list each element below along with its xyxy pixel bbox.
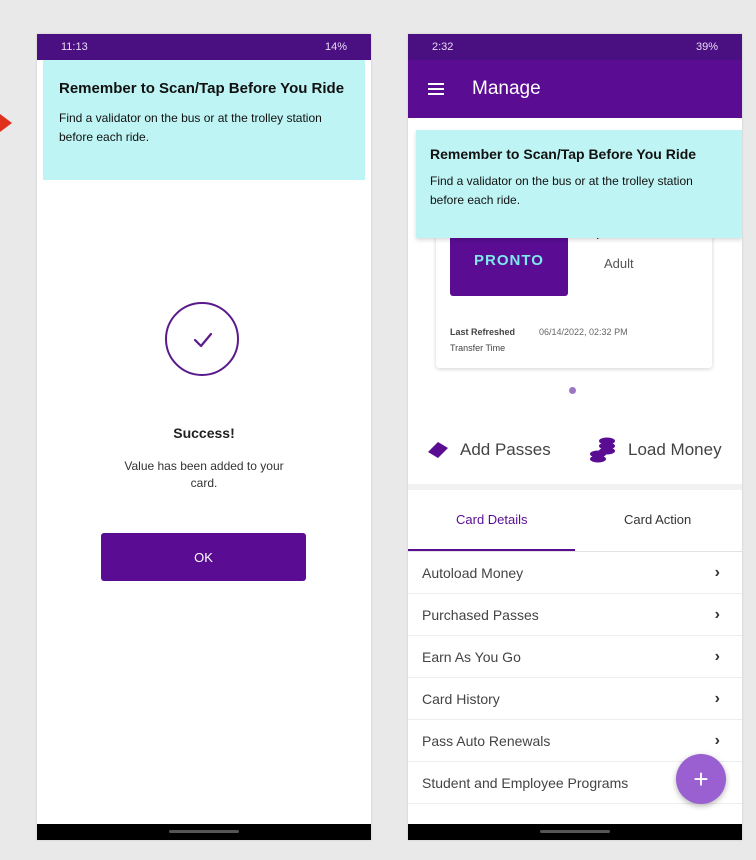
tab-card-action[interactable]: Card Action: [624, 512, 691, 527]
banner-text: Find a validator on the bus or at the tr…: [59, 111, 322, 144]
list-item-label: Student and Employee Programs: [422, 774, 629, 791]
carousel-indicator[interactable]: [569, 387, 576, 394]
list-item-label: Earn As You Go: [422, 648, 521, 665]
menu-icon[interactable]: [428, 83, 444, 95]
transfer-time-label: Transfer Time: [450, 343, 506, 353]
card-type: Adult: [604, 256, 634, 271]
status-bar: 11:13 14%: [37, 34, 371, 60]
list-item-purchased-passes[interactable]: Purchased Passes ›: [408, 594, 742, 636]
pointer-arrow-icon: [0, 114, 12, 132]
banner-title: Remember to Scan/Tap Before You Ride: [59, 80, 345, 97]
page-title: Manage: [472, 78, 541, 99]
list-item-label: Card History: [422, 690, 500, 707]
status-bar: 2:32 39%: [408, 34, 742, 60]
scan-reminder-banner: Remember to Scan/Tap Before You Ride Fin…: [416, 130, 742, 238]
add-passes-label: Add Passes: [460, 440, 551, 459]
app-header: Manage: [408, 60, 742, 118]
battery-level: 14%: [324, 41, 347, 53]
tab-card-details[interactable]: Card Details: [456, 512, 528, 527]
list-item-label: Pass Auto Renewals: [422, 732, 551, 749]
chevron-right-icon: ›: [714, 731, 720, 749]
banner-text: Find a validator on the bus or at the tr…: [430, 174, 693, 207]
last-refreshed-value: 06/14/2022, 02:32 PM: [539, 327, 628, 337]
scan-reminder-banner: Remember to Scan/Tap Before You Ride Fin…: [43, 60, 365, 180]
ticket-icon: [428, 442, 448, 458]
last-refreshed-label: Last Refreshed: [450, 327, 516, 337]
banner-title: Remember to Scan/Tap Before You Ride: [430, 146, 697, 162]
chevron-right-icon: ›: [714, 689, 720, 707]
list-item-earn-as-you-go[interactable]: Earn As You Go ›: [408, 636, 742, 678]
phone-screen-success: 11:13 14% Remember to Scan/Tap Before Yo…: [37, 34, 371, 840]
chevron-right-icon: ›: [714, 563, 720, 581]
active-tab-indicator: [408, 549, 575, 551]
battery-level: 39%: [695, 41, 718, 53]
load-money-button[interactable]: Load Money: [588, 430, 722, 470]
load-money-label: Load Money: [628, 440, 722, 459]
list-item-card-history[interactable]: Card History ›: [408, 678, 742, 720]
list-item-autoload-money[interactable]: Autoload Money ›: [408, 552, 742, 594]
home-indicator[interactable]: [169, 830, 239, 833]
home-indicator[interactable]: [540, 830, 610, 833]
system-nav-bar: [408, 824, 742, 840]
add-fab-button[interactable]: +: [676, 754, 726, 804]
chevron-right-icon: ›: [714, 647, 720, 665]
list-item-label: Autoload Money: [422, 564, 524, 581]
phone-screen-manage: 2:32 39% Manage PRONTO $15.00 Adult Last…: [408, 34, 742, 840]
system-nav-bar: [37, 824, 371, 840]
coins-icon: [590, 437, 615, 463]
status-time: 11:13: [61, 41, 88, 53]
ok-button[interactable]: OK: [101, 533, 306, 581]
status-time: 2:32: [432, 41, 454, 53]
success-check-icon: [165, 302, 239, 376]
chevron-right-icon: ›: [714, 605, 720, 623]
success-message: Value has been added to your card.: [124, 459, 284, 490]
list-item-label: Purchased Passes: [422, 606, 539, 623]
success-title: Success!: [173, 425, 235, 441]
add-passes-button[interactable]: Add Passes: [426, 430, 551, 470]
section-divider: [408, 484, 742, 490]
